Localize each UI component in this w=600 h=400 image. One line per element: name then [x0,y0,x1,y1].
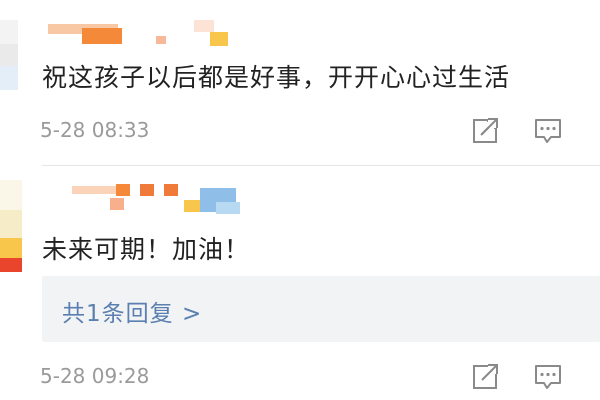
comment-item: 祝这孩子以后都是好事，开开心心过生活 5-28 08:33 [0,0,600,166]
comment-icon[interactable] [532,116,564,146]
reply-summary-box[interactable]: 共1条回复 > [42,276,600,342]
comment-icon[interactable] [532,362,564,392]
view-replies-link[interactable]: 共1条回复 > [62,294,202,328]
timestamp: 5-28 09:28 [40,364,150,388]
share-icon[interactable] [470,362,502,392]
avatar[interactable] [0,180,22,272]
username-pixelated[interactable] [44,184,254,218]
avatar[interactable] [0,20,18,90]
username-pixelated[interactable] [44,18,244,52]
share-icon[interactable] [470,116,502,146]
comment-text: 未来可期！加油！ [42,235,251,264]
comment-text: 祝这孩子以后都是好事，开开心心过生活 [42,63,511,92]
comment-item: 未来可期！加油！ 共1条回复 > 5-28 09:28 [0,166,600,400]
timestamp: 5-28 08:33 [40,118,150,142]
